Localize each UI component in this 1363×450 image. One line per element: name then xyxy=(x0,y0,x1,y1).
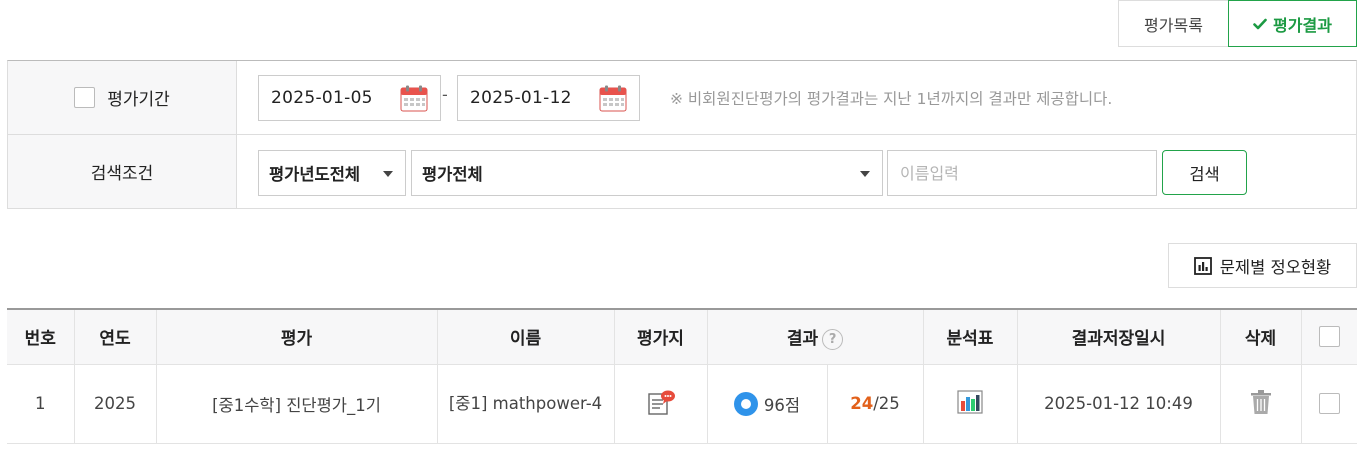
evaluation-select[interactable]: 평가전체 xyxy=(411,150,883,196)
calendar-icon[interactable] xyxy=(400,85,428,117)
tab-evaluation-list[interactable]: 평가목록 xyxy=(1118,0,1228,47)
start-date-field[interactable]: 2025-01-05 xyxy=(258,75,441,121)
search-button-label: 검색 xyxy=(1189,164,1220,184)
condition-label: 검색조건 xyxy=(90,164,154,184)
search-button[interactable]: 검색 xyxy=(1162,150,1247,195)
header-test-paper: 평가지 xyxy=(613,308,708,365)
help-icon[interactable]: ? xyxy=(822,328,844,350)
condition-label-cell: 검색조건 xyxy=(8,135,237,208)
cell-no: 1 xyxy=(7,363,75,444)
period-label-cell: 평가기간 xyxy=(8,61,237,134)
cell-score: 96점 xyxy=(706,363,828,444)
test-paper-icon[interactable] xyxy=(646,390,676,419)
header-no: 번호 xyxy=(7,308,75,365)
chevron-down-icon xyxy=(860,171,870,177)
question-stats-button[interactable]: 문제별 정오현황 xyxy=(1168,243,1357,288)
chevron-down-icon xyxy=(383,171,393,177)
calendar-icon[interactable] xyxy=(599,85,627,117)
name-input[interactable] xyxy=(887,150,1157,196)
tab-evaluation-result-label: 평가결과 xyxy=(1273,15,1332,35)
condition-row: 검색조건 평가년도전체 평가전체 검색 xyxy=(8,135,1356,208)
cell-analysis xyxy=(922,363,1018,444)
period-row: 평가기간 2025-01-05 - 2025-01-12 ※ 비회원진단평가의 … xyxy=(8,61,1356,135)
total-count: /25 xyxy=(873,394,900,413)
header-year: 연도 xyxy=(73,308,157,365)
cell-evaluation: [중1수학] 진단평가_1기 xyxy=(155,363,438,444)
cell-year: 2025 xyxy=(73,363,157,444)
header-name: 이름 xyxy=(436,308,615,365)
check-icon xyxy=(1253,18,1267,30)
select-all-checkbox[interactable] xyxy=(1318,326,1340,348)
tab-evaluation-result[interactable]: 평가결과 xyxy=(1228,0,1357,47)
score-radio-icon[interactable] xyxy=(733,391,758,416)
row-checkbox[interactable] xyxy=(1318,393,1340,414)
header-delete: 삭제 xyxy=(1219,308,1302,365)
table-row: 1 2025 [중1수학] 진단평가_1기 [중1] mathpower-4 9… xyxy=(7,363,1357,444)
cell-test-paper xyxy=(613,363,708,444)
cell-saved-at: 2025-01-12 10:49 xyxy=(1016,363,1221,444)
period-notice: ※ 비회원진단평가의 평가결과는 지난 1년까지의 결과만 제공합니다. xyxy=(670,90,1113,108)
date-range-separator: - xyxy=(442,85,448,104)
start-date-value: 2025-01-05 xyxy=(271,88,373,108)
end-date-value: 2025-01-12 xyxy=(470,88,572,108)
view-tabs: 평가목록 평가결과 xyxy=(1118,0,1357,47)
analysis-chart-icon[interactable] xyxy=(957,389,983,418)
period-content: 2025-01-05 - 2025-01-12 ※ 비회원진단평가의 평가결과는… xyxy=(237,61,1356,134)
question-stats-button-label: 문제별 정오현황 xyxy=(1219,257,1332,277)
evaluation-select-value: 평가전체 xyxy=(422,165,483,184)
trash-icon[interactable] xyxy=(1249,389,1273,419)
cell-delete xyxy=(1219,363,1302,444)
score-display: 96점 xyxy=(733,391,801,416)
cell-correct-count: 24/25 xyxy=(826,363,924,444)
year-select[interactable]: 평가년도전체 xyxy=(258,150,406,196)
bar-chart-icon xyxy=(1193,256,1212,275)
tab-evaluation-list-label: 평가목록 xyxy=(1144,15,1203,35)
header-result: 결과? xyxy=(706,308,924,365)
condition-content: 평가년도전체 평가전체 검색 xyxy=(237,135,1356,208)
correct-count: 24 xyxy=(850,394,874,413)
header-result-label: 결과 xyxy=(786,329,819,349)
period-checkbox[interactable] xyxy=(74,87,96,108)
header-evaluation: 평가 xyxy=(155,308,438,365)
end-date-field[interactable]: 2025-01-12 xyxy=(457,75,640,121)
header-analysis: 분석표 xyxy=(922,308,1018,365)
cell-select xyxy=(1300,363,1357,444)
results-table: 번호 연도 평가 이름 평가지 결과? 분석표 결과저장일시 삭제 1 2025… xyxy=(7,308,1357,444)
score-value: 96점 xyxy=(763,395,801,415)
cell-name: [중1] mathpower-4 xyxy=(436,363,615,444)
period-label: 평가기간 xyxy=(107,90,170,110)
header-saved-at: 결과저장일시 xyxy=(1016,308,1221,365)
year-select-value: 평가년도전체 xyxy=(269,165,361,184)
table-header-row: 번호 연도 평가 이름 평가지 결과? 분석표 결과저장일시 삭제 xyxy=(7,308,1357,365)
header-select-all xyxy=(1300,308,1357,365)
search-panel: 평가기간 2025-01-05 - 2025-01-12 ※ 비회원진단평가의 … xyxy=(7,60,1357,209)
